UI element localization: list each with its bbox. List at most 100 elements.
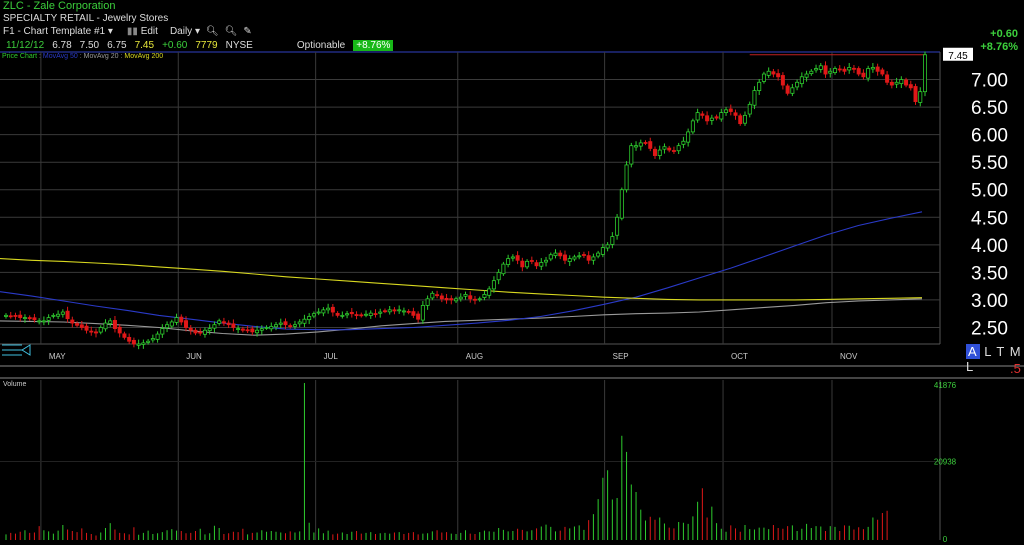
candle-body [103, 322, 108, 330]
candle-body [676, 145, 681, 152]
month-label: MAY [49, 352, 66, 361]
candle-body [529, 260, 534, 262]
candle-body [733, 112, 738, 116]
candle-body [648, 141, 653, 149]
candle-body [255, 329, 260, 334]
price-tick-label: 3.00 [971, 291, 1008, 312]
candle-body [851, 67, 856, 70]
candle-body [141, 342, 146, 345]
candle-body [856, 68, 861, 75]
candle-body [728, 108, 733, 112]
candle-body [747, 103, 752, 115]
price-tick-label: 4.50 [971, 208, 1008, 229]
candle-body [321, 309, 326, 314]
month-label: JUN [186, 352, 202, 361]
price-tick-label: 5.00 [971, 181, 1008, 202]
alt-a-button[interactable]: A [966, 344, 980, 359]
candle-body [761, 73, 766, 82]
volume-tick-label: 20938 [934, 458, 957, 467]
candle-body [870, 67, 875, 70]
ma20-line [0, 298, 923, 336]
candle-body [918, 91, 923, 103]
candle-body [292, 324, 297, 327]
candle-body [416, 313, 421, 320]
candle-body [108, 320, 113, 324]
candle-body [719, 112, 724, 120]
candle-body [795, 81, 800, 88]
candle-body [27, 317, 32, 320]
candle-body [553, 252, 558, 257]
candle-body [700, 113, 705, 116]
candle-body [548, 254, 553, 260]
candle-body [581, 254, 586, 256]
candle-body [572, 256, 577, 260]
candle-body [307, 316, 312, 321]
candle-body [449, 298, 454, 301]
candle-body [79, 324, 84, 328]
candle-body [212, 324, 217, 329]
candle-body [198, 331, 203, 334]
candle-body [18, 314, 23, 318]
candle-body [378, 311, 383, 314]
candle-body [349, 311, 354, 315]
candle-body [420, 305, 425, 321]
candle-body [288, 325, 293, 327]
candle-body [880, 69, 885, 75]
red-indicator-label: .5 [1010, 361, 1021, 376]
month-label: SEP [613, 352, 629, 361]
candle-body [667, 147, 672, 151]
chart-canvas[interactable]: 7.00 6.50 6.00 5.50 5.00 4.50 4.00 3.50 3.00 2.50… [0, 0, 1024, 545]
month-label: AUG [466, 352, 483, 361]
candle-body [411, 311, 416, 316]
candle-body [131, 339, 136, 345]
candle-body [799, 76, 804, 85]
candle-body [387, 309, 392, 313]
candle-body [501, 263, 506, 275]
candle-body [828, 70, 833, 74]
candle-body [127, 336, 132, 342]
month-label: NOV [840, 352, 858, 361]
candle-body [231, 323, 236, 328]
candle-body [13, 315, 18, 317]
candle-body [188, 327, 193, 331]
candle-body [98, 327, 103, 333]
candle-body [875, 66, 880, 72]
candle-body [345, 313, 350, 316]
candle-body [742, 114, 747, 124]
candle-body [41, 320, 46, 323]
price-tick-label: 6.50 [971, 98, 1008, 119]
candle-body [89, 330, 94, 333]
ma50-line [0, 211, 923, 331]
candle-body [425, 298, 430, 306]
candle-body [207, 328, 212, 332]
candle-body [634, 145, 639, 148]
price-tick-label: 7.00 [971, 71, 1008, 92]
candle-body [482, 294, 487, 298]
candle-body [894, 81, 899, 85]
candle-body [382, 310, 387, 313]
cursor-arrow-icon [2, 344, 31, 356]
candle-body [330, 306, 335, 313]
candle-body [60, 311, 65, 315]
candle-body [226, 322, 231, 326]
price-tick-label: 3.50 [971, 263, 1008, 284]
candle-body [889, 81, 894, 86]
candle-body [340, 314, 345, 317]
candle-body [269, 325, 274, 330]
candle-body [4, 314, 9, 317]
candle-body [866, 68, 871, 79]
candle-body [65, 310, 70, 320]
last-price-label: 7.45 [948, 51, 968, 62]
candle-body [832, 68, 837, 74]
candle-body [771, 71, 776, 75]
candle-body [662, 146, 667, 150]
candle-body [326, 307, 331, 311]
candle-body [738, 115, 743, 125]
candle-body [780, 75, 785, 86]
candle-body [94, 331, 99, 334]
candle-body [776, 73, 781, 78]
candle-body [908, 84, 913, 89]
candle-body [506, 258, 511, 265]
candle-body [847, 67, 852, 71]
candle-body [430, 292, 435, 299]
